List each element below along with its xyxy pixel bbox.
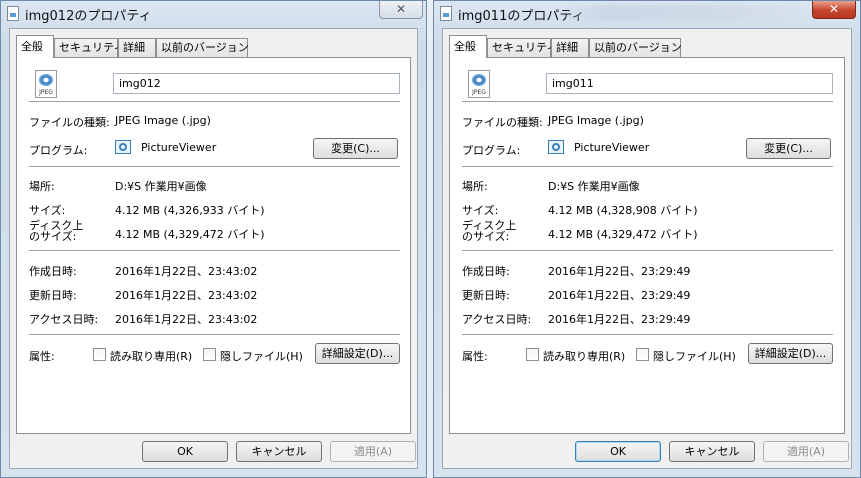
size-value: 4.12 MB (4,328,908 バイト) — [548, 204, 698, 217]
dialog-body: 全般 セキュリティ 詳細 以前のバージョン JPEG img012 ファイルの種… — [9, 28, 418, 469]
disk-size-label-line2: のサイズ: — [462, 230, 510, 243]
cancel-button[interactable]: キャンセル — [669, 441, 755, 462]
size-value: 4.12 MB (4,326,933 バイト) — [115, 204, 265, 217]
location-value: D:¥S 作業用¥画像 — [115, 180, 207, 193]
blurred-background-region — [564, 5, 804, 21]
file-icon — [7, 6, 19, 21]
accessed-value: 2016年1月22日、23:43:02 — [115, 313, 258, 326]
readonly-checkbox[interactable] — [526, 348, 539, 361]
file-icon — [440, 6, 452, 21]
separator — [462, 166, 833, 167]
file-type-label: ファイルの種類: — [29, 116, 110, 129]
modified-label: 更新日時: — [29, 289, 77, 302]
apply-button[interactable]: 適用(A) — [763, 441, 849, 462]
separator — [462, 334, 833, 335]
program-label: プログラム: — [462, 144, 521, 157]
cancel-button[interactable]: キャンセル — [236, 441, 322, 462]
change-program-button[interactable]: 変更(C)... — [746, 138, 831, 159]
image-badge-icon — [472, 74, 486, 86]
apply-button[interactable]: 適用(A) — [330, 441, 416, 462]
attributes-label: 属性: — [462, 350, 488, 363]
properties-window-img011: img011のプロパティ ✕ 全般 セキュリティ 詳細 以前のバージョン JPE… — [433, 0, 861, 478]
file-name-input[interactable]: img011 — [546, 73, 833, 94]
program-value: PictureViewer — [141, 141, 217, 154]
separator — [29, 250, 400, 251]
ok-button[interactable]: OK — [575, 441, 661, 462]
created-label: 作成日時: — [462, 265, 510, 278]
location-label: 場所: — [29, 180, 55, 193]
file-name-input[interactable]: img012 — [113, 73, 400, 94]
attributes-label: 属性: — [29, 350, 55, 363]
modified-value: 2016年1月22日、23:29:49 — [548, 289, 691, 302]
disk-size-label: ディスク上 のサイズ: — [462, 220, 516, 242]
advanced-button[interactable]: 詳細設定(D)... — [748, 343, 833, 364]
modified-value: 2016年1月22日、23:43:02 — [115, 289, 258, 302]
hidden-checkbox-label[interactable]: 隠しファイル(H) — [220, 348, 303, 364]
location-label: 場所: — [462, 180, 488, 193]
dialog-body: 全般 セキュリティ 詳細 以前のバージョン JPEG img011 ファイルの種… — [442, 28, 852, 469]
dialog-buttons: OK キャンセル 適用(A) — [443, 434, 851, 468]
separator — [29, 101, 400, 102]
file-icon-label: JPEG — [39, 89, 53, 96]
program-label: プログラム: — [29, 144, 88, 157]
accessed-label: アクセス日時: — [29, 313, 99, 326]
close-button[interactable]: ✕ — [379, 1, 423, 19]
tab-general[interactable]: 全般 — [16, 35, 54, 58]
tab-previous-versions[interactable]: 以前のバージョン — [156, 38, 249, 57]
advanced-button[interactable]: 詳細設定(D)... — [315, 343, 400, 364]
properties-window-img012: img012のプロパティ ✕ 全般 セキュリティ 詳細 以前のバージョン JPE… — [0, 0, 427, 478]
tab-security[interactable]: セキュリティ — [487, 38, 557, 57]
tab-details[interactable]: 詳細 — [118, 38, 156, 57]
tab-previous-versions[interactable]: 以前のバージョン — [589, 38, 682, 57]
change-program-button[interactable]: 変更(C)... — [313, 138, 398, 159]
separator — [462, 101, 833, 102]
window-title: img012のプロパティ — [25, 9, 152, 24]
general-panel: JPEG img012 ファイルの種類: JPEG Image (.jpg) プ… — [16, 57, 411, 434]
location-value: D:¥S 作業用¥画像 — [548, 180, 640, 193]
separator — [29, 334, 400, 335]
hidden-checkbox[interactable] — [203, 348, 216, 361]
readonly-checkbox-label[interactable]: 読み取り専用(R) — [543, 348, 625, 364]
disk-size-label: ディスク上 のサイズ: — [29, 220, 83, 242]
separator — [462, 250, 833, 251]
readonly-checkbox-label[interactable]: 読み取り専用(R) — [110, 348, 192, 364]
hidden-checkbox-label[interactable]: 隠しファイル(H) — [653, 348, 736, 364]
disk-size-value: 4.12 MB (4,329,472 バイト) — [115, 228, 265, 241]
accessed-label: アクセス日時: — [462, 313, 532, 326]
close-button[interactable]: ✕ — [812, 1, 856, 19]
title-bar[interactable]: img012のプロパティ ✕ — [1, 1, 426, 27]
size-label: サイズ: — [462, 204, 499, 217]
hidden-checkbox[interactable] — [636, 348, 649, 361]
pictureviewer-icon — [115, 140, 131, 154]
title-bar[interactable]: img011のプロパティ ✕ — [434, 1, 860, 27]
disk-size-value: 4.12 MB (4,329,472 バイト) — [548, 228, 698, 241]
dialog-buttons: OK キャンセル 適用(A) — [10, 434, 417, 468]
created-value: 2016年1月22日、23:29:49 — [548, 265, 691, 278]
file-type-label: ファイルの種類: — [462, 116, 543, 129]
created-value: 2016年1月22日、23:43:02 — [115, 265, 258, 278]
modified-label: 更新日時: — [462, 289, 510, 302]
created-label: 作成日時: — [29, 265, 77, 278]
separator — [29, 166, 400, 167]
tab-general[interactable]: 全般 — [449, 35, 487, 58]
jpeg-file-icon: JPEG — [468, 70, 490, 98]
ok-button[interactable]: OK — [142, 441, 228, 462]
accessed-value: 2016年1月22日、23:29:49 — [548, 313, 691, 326]
image-badge-icon — [39, 74, 53, 86]
file-type-value: JPEG Image (.jpg) — [548, 114, 644, 127]
size-label: サイズ: — [29, 204, 66, 217]
jpeg-file-icon: JPEG — [35, 70, 57, 98]
tab-security[interactable]: セキュリティ — [54, 38, 124, 57]
pictureviewer-icon — [548, 140, 564, 154]
file-icon-label: JPEG — [472, 89, 486, 96]
disk-size-label-line2: のサイズ: — [29, 230, 77, 243]
readonly-checkbox[interactable] — [93, 348, 106, 361]
file-type-value: JPEG Image (.jpg) — [115, 114, 211, 127]
tab-details[interactable]: 詳細 — [551, 38, 589, 57]
general-panel: JPEG img011 ファイルの種類: JPEG Image (.jpg) プ… — [449, 57, 845, 434]
program-value: PictureViewer — [574, 141, 650, 154]
